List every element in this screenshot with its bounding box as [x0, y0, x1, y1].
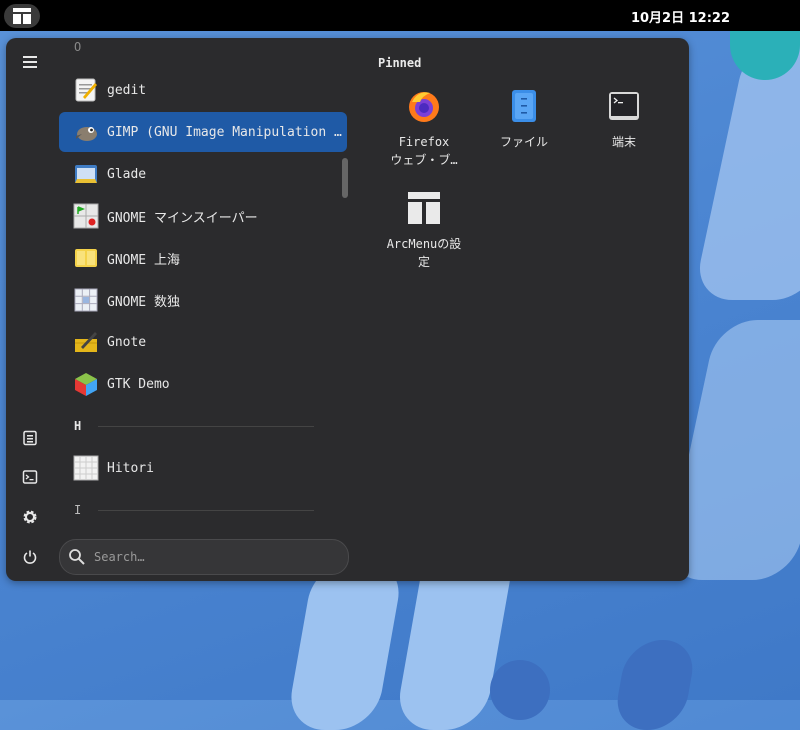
pinned-arcmenu-settings[interactable]: ArcMenuの設 定 [374, 190, 474, 271]
glade-icon [75, 165, 97, 183]
section-divider [98, 510, 314, 511]
arc-menu: O gedit GIMP (GNU Image Manipulation Pro… [6, 38, 689, 581]
gear-icon [23, 510, 37, 524]
app-item-sudoku[interactable]: GNOME 数独 [59, 280, 347, 320]
app-label: gedit [107, 82, 147, 98]
files-icon [512, 90, 536, 122]
hitori-icon [73, 455, 99, 481]
settings-button[interactable] [16, 503, 44, 531]
app-item-mahjongg[interactable]: GNOME 上海 [59, 238, 347, 278]
hamburger-menu-button[interactable] [16, 48, 44, 76]
pinned-label-line1: ArcMenuの設 [386, 237, 462, 251]
arcmenu-settings-icon [408, 192, 440, 224]
wallpaper-shape [692, 40, 800, 300]
sudoku-icon [74, 288, 98, 312]
section-header-o: O [74, 40, 82, 54]
pinned-terminal[interactable]: 端末 [574, 88, 674, 151]
app-label: GIMP (GNU Image Manipulation Program) [107, 124, 342, 140]
search-box[interactable] [59, 539, 349, 575]
pinned-label-line2: 定 [417, 255, 430, 269]
mahjongg-icon [75, 249, 97, 267]
gnote-icon [75, 332, 97, 352]
terminal-icon [22, 470, 38, 484]
app-item-gnote[interactable]: Gnote [59, 322, 347, 362]
gedit-icon [75, 78, 97, 102]
menu-sidebar [6, 38, 54, 581]
gtk-cube-icon [75, 373, 97, 396]
search-icon [69, 549, 85, 565]
documents-button[interactable] [16, 424, 44, 452]
minesweeper-icon [73, 203, 99, 229]
section-header-h: H [74, 419, 82, 433]
top-bar: 10月2日 12:22 [0, 0, 800, 31]
app-item-gtk-demo[interactable]: GTK Demo [59, 364, 347, 404]
app-label: Hitori [107, 460, 154, 476]
power-button[interactable] [16, 543, 44, 571]
section-header-i: I [74, 503, 82, 517]
app-label: GTK Demo [107, 376, 170, 392]
pinned-firefox[interactable]: Firefox ウェブ・ブ… [374, 88, 474, 169]
app-label: Gnote [107, 334, 147, 350]
app-item-gedit[interactable]: gedit [59, 70, 347, 110]
pinned-label-line2: ウェブ・ブ… [390, 153, 458, 167]
hamburger-icon [23, 56, 37, 68]
clock[interactable]: 10月2日 12:22 [0, 7, 800, 26]
wallpaper-shape [490, 660, 550, 720]
section-divider [98, 426, 314, 427]
app-label: Glade [107, 166, 147, 182]
firefox-icon [409, 92, 439, 122]
app-list-scrollbar[interactable] [342, 158, 348, 198]
app-label: GNOME 数独 [107, 294, 180, 310]
pinned-label-line1: 端末 [611, 135, 636, 149]
wallpaper-shape [285, 560, 405, 730]
pinned-title: Pinned [378, 56, 422, 70]
terminal-icon [609, 92, 639, 120]
document-icon [23, 430, 37, 446]
gimp-icon [76, 127, 97, 141]
app-item-mines[interactable]: GNOME マインスイーパー [59, 196, 347, 236]
app-item-hitori[interactable]: Hitori [59, 448, 347, 488]
terminal-button[interactable] [16, 463, 44, 491]
app-label: GNOME マインスイーパー [107, 210, 258, 226]
app-item-glade[interactable]: Glade [59, 154, 347, 194]
pinned-label-line1: Firefox [398, 135, 450, 149]
app-item-gimp[interactable]: GIMP (GNU Image Manipulation Program) [59, 112, 347, 152]
app-list: O gedit GIMP (GNU Image Manipulation Pro… [58, 38, 358, 528]
search-input[interactable] [92, 546, 336, 568]
pinned-files[interactable]: ファイル [474, 88, 574, 151]
pinned-label-line1: ファイル [499, 135, 548, 149]
app-label: GNOME 上海 [107, 252, 180, 268]
wallpaper-shape [612, 640, 698, 730]
power-icon [23, 550, 37, 564]
